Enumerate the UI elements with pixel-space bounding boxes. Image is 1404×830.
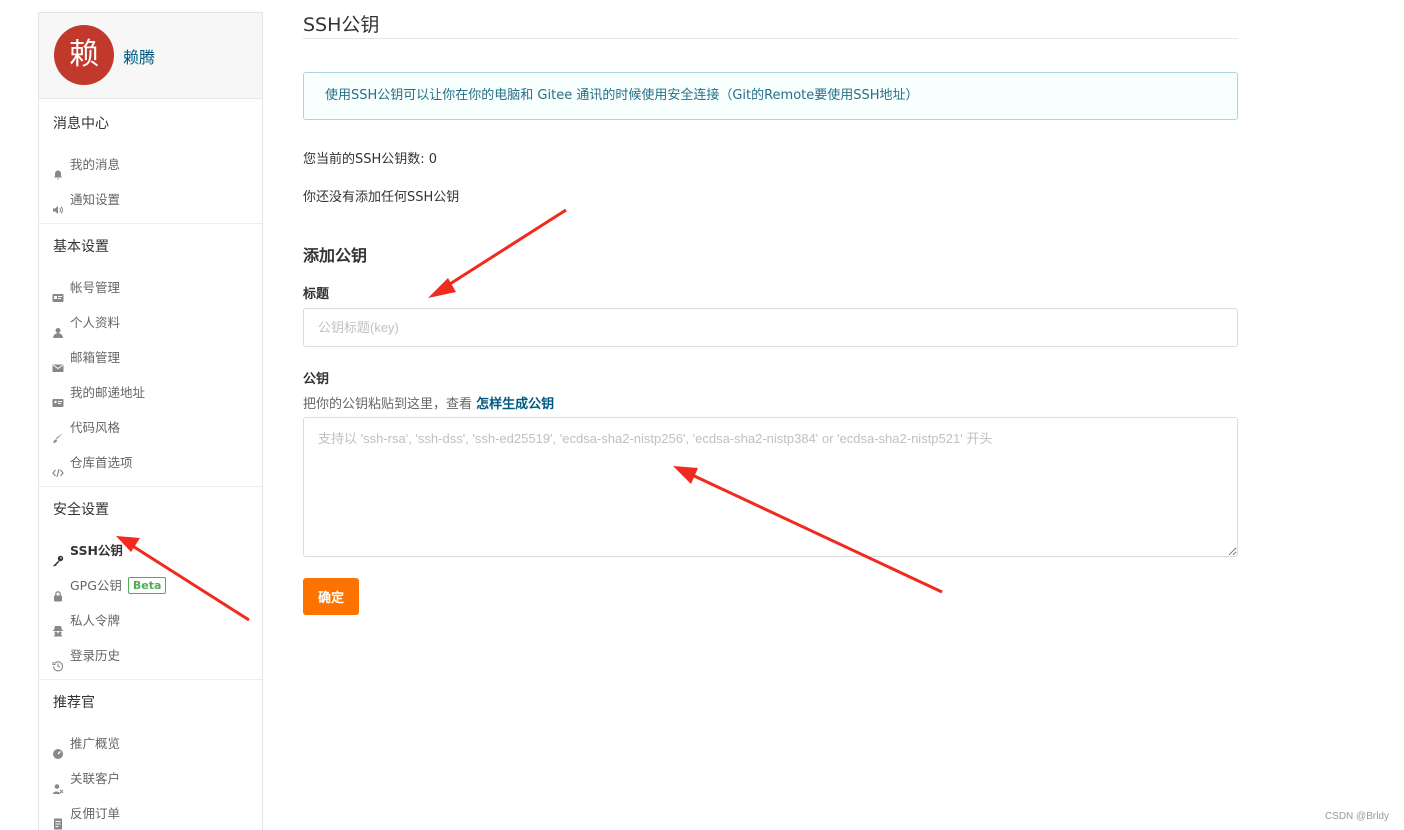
info-message: 使用SSH公钥可以让你在你的电脑和 Gitee 通讯的时候使用安全连接（Git的… xyxy=(303,72,1238,120)
key-icon xyxy=(52,545,64,566)
receipt-icon xyxy=(52,808,64,829)
sidebar-section-title: 消息中心 xyxy=(53,116,109,132)
sidebar-section: 基本设置帐号管理个人资料邮箱管理我的邮递地址 代码风格仓库首选项 xyxy=(39,224,262,487)
sidebar-item-label: 代码风格 xyxy=(70,420,121,435)
sidebar-section-title: 推荐官 xyxy=(53,695,95,711)
sidebar-item-label: 私人令牌 xyxy=(70,613,121,628)
sidebar-item-label: SSH公钥 xyxy=(70,543,123,558)
user-icon xyxy=(52,317,64,338)
sidebar-item-label: 帐号管理 xyxy=(70,280,121,295)
spy-icon xyxy=(52,615,64,636)
sidebar-item[interactable]: 登录历史 xyxy=(39,638,262,673)
brush-icon xyxy=(52,422,64,443)
sidebar-item-label: 我的消息 xyxy=(70,157,121,172)
sidebar-item[interactable]: 关联客户 xyxy=(39,761,262,796)
sidebar-item-label: 仓库首选项 xyxy=(70,455,133,470)
ssh-key-count: 您当前的SSH公钥数: 0 xyxy=(303,152,438,167)
settings-sidebar: 赖 赖腾 消息中心我的消息通知设置基本设置帐号管理个人资料邮箱管理我的邮递地址代… xyxy=(38,12,263,830)
sidebar-item[interactable]: 推广概览 xyxy=(39,726,262,761)
avatar[interactable]: 赖 xyxy=(54,25,114,85)
empty-keys-text: 你还没有添加任何SSH公钥 xyxy=(303,190,460,205)
key-hint-text: 把你的公钥粘贴到这里，查看 xyxy=(303,397,477,412)
sidebar-section: 安全设置 SSH公钥 GPG公钥 Beta 私人令牌登录历史 xyxy=(39,487,262,680)
sidebar-item-label: GPG公钥 xyxy=(70,578,122,593)
history-icon xyxy=(52,650,64,671)
sidebar-item[interactable]: 帐号管理 xyxy=(39,270,262,305)
public-key-textarea[interactable] xyxy=(303,417,1238,557)
submit-button[interactable]: 确定 xyxy=(303,578,359,615)
sidebar-item[interactable]: 个人资料 xyxy=(39,305,262,340)
lock-icon xyxy=(52,580,64,601)
envelope-icon xyxy=(52,352,64,372)
title-label: 标题 xyxy=(303,287,330,302)
sidebar-item-label: 登录历史 xyxy=(70,648,121,663)
username-link[interactable]: 赖腾 xyxy=(123,44,155,68)
bell-icon xyxy=(52,159,64,179)
page-title: SSH公钥 xyxy=(303,0,1238,39)
sidebar-item-label: 推广概览 xyxy=(70,736,121,751)
code-icon xyxy=(52,457,64,477)
sidebar-item-label: 反佣订单 xyxy=(70,806,121,821)
sidebar-item-label: 邮箱管理 xyxy=(70,350,121,365)
key-title-input[interactable] xyxy=(303,308,1238,347)
id-card-icon xyxy=(52,282,64,302)
sidebar-item[interactable]: 邮箱管理 xyxy=(39,340,262,375)
sidebar-section-title: 基本设置 xyxy=(53,239,109,255)
sidebar-item[interactable]: 仓库首选项 xyxy=(39,445,262,480)
beta-badge: Beta xyxy=(127,577,167,594)
sidebar-item[interactable]: SSH公钥 xyxy=(39,533,262,568)
key-hint: 把你的公钥粘贴到这里，查看 怎样生成公钥 xyxy=(303,393,1238,412)
sidebar-item[interactable]: GPG公钥 Beta xyxy=(39,568,262,603)
add-key-heading: 添加公钥 xyxy=(303,246,368,265)
watermark: CSDN @Brldy xyxy=(1324,811,1389,822)
sidebar-item-label: 通知设置 xyxy=(70,192,121,207)
sidebar-item[interactable]: 我的消息 xyxy=(39,147,262,182)
sidebar-section: 推荐官推广概览关联客户反佣订单 xyxy=(39,680,262,830)
how-to-generate-key-link[interactable]: 怎样生成公钥 xyxy=(476,397,554,412)
sidebar-section: 消息中心我的消息通知设置 xyxy=(39,101,262,224)
main-content: SSH公钥 使用SSH公钥可以让你在你的电脑和 Gitee 通讯的时候使用安全连… xyxy=(303,0,1238,615)
key-label: 公钥 xyxy=(303,372,330,387)
sidebar-item[interactable]: 代码风格 xyxy=(39,410,262,445)
sidebar-item[interactable]: 通知设置 xyxy=(39,182,262,217)
volume-icon xyxy=(52,194,64,214)
sidebar-item-label: 关联客户 xyxy=(70,771,121,786)
sidebar-item-label: 个人资料 xyxy=(70,315,121,330)
dashboard-icon xyxy=(52,738,64,759)
sidebar-item[interactable]: 我的邮递地址 xyxy=(39,375,262,410)
sidebar-menu: 消息中心我的消息通知设置基本设置帐号管理个人资料邮箱管理我的邮递地址 代码风格仓库… xyxy=(39,101,262,830)
sidebar-item[interactable]: 反佣订单 xyxy=(39,796,262,830)
sidebar-item[interactable]: 私人令牌 xyxy=(39,603,262,638)
sidebar-section-title: 安全设置 xyxy=(53,502,109,518)
profile-header: 赖 赖腾 xyxy=(39,13,262,99)
user-link-icon xyxy=(52,773,64,794)
sidebar-item-label: 我的邮递地址 xyxy=(70,385,146,400)
address-card-icon xyxy=(52,387,64,407)
